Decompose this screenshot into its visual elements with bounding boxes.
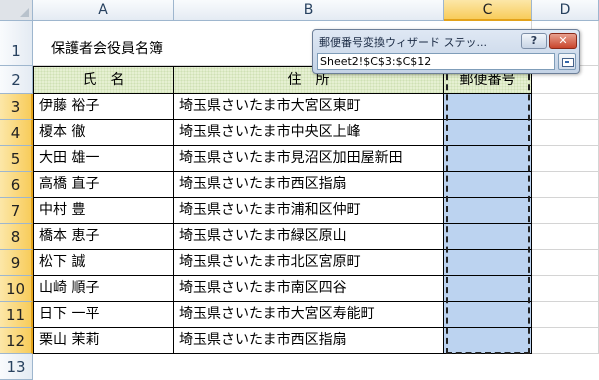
cell-address[interactable]: 埼玉県さいたま市浦和区仲町 <box>174 198 444 224</box>
column-header-d[interactable]: D <box>532 0 599 21</box>
cell-postal[interactable] <box>444 94 532 120</box>
column-header-c[interactable]: C <box>444 0 532 21</box>
cell-address[interactable]: 埼玉県さいたま市南区四谷 <box>174 276 444 302</box>
cell-name[interactable]: 栗山 茉莉 <box>33 328 174 354</box>
row-header-1[interactable]: 1 <box>0 21 33 66</box>
close-button[interactable]: ✕ <box>549 33 577 49</box>
dialog-title: 郵便番号変換ウィザード ステッ... <box>319 36 487 49</box>
cell-address[interactable]: 埼玉県さいたま市緑区原山 <box>174 224 444 250</box>
expand-dialog-button[interactable] <box>558 53 576 70</box>
cell-address[interactable]: 埼玉県さいたま市中央区上峰 <box>174 120 444 146</box>
cell-name[interactable]: 橋本 恵子 <box>33 224 174 250</box>
restore-dialog-icon <box>562 58 574 67</box>
row-header-3[interactable]: 3 <box>0 94 33 120</box>
cell-address[interactable]: 埼玉県さいたま市西区指扇 <box>174 328 444 354</box>
column-header-a[interactable]: A <box>33 0 174 21</box>
cell-postal[interactable] <box>444 276 532 302</box>
cell-name[interactable]: 高橋 直子 <box>33 172 174 198</box>
row-header-8[interactable]: 8 <box>0 224 33 250</box>
row-header-4[interactable]: 4 <box>0 120 33 146</box>
row-header-10[interactable]: 10 <box>0 276 33 302</box>
header-name-cell[interactable]: 氏 名 <box>33 66 174 94</box>
range-input[interactable]: Sheet2!$C$3:$C$12 <box>317 53 555 70</box>
cell-name[interactable]: 山崎 順子 <box>33 276 174 302</box>
cell-postal[interactable] <box>444 172 532 198</box>
cell-address[interactable]: 埼玉県さいたま市見沼区加田屋新田 <box>174 146 444 172</box>
row-header-5[interactable]: 5 <box>0 146 33 172</box>
cell-name[interactable]: 榎本 徹 <box>33 120 174 146</box>
cell-postal[interactable] <box>444 198 532 224</box>
cell-name[interactable]: 伊藤 裕子 <box>33 94 174 120</box>
column-header-b[interactable]: B <box>174 0 444 21</box>
cell-address[interactable]: 埼玉県さいたま市西区指扇 <box>174 172 444 198</box>
spreadsheet-grid[interactable]: A B C D 1 2 3 4 5 6 7 8 9 10 11 12 13 保護… <box>0 0 599 380</box>
help-button[interactable]: ? <box>521 33 547 49</box>
cell-postal[interactable] <box>444 146 532 172</box>
row-header-6[interactable]: 6 <box>0 172 33 198</box>
row-header-7[interactable]: 7 <box>0 198 33 224</box>
cell-name[interactable]: 日下 一平 <box>33 302 174 328</box>
cell-postal[interactable] <box>444 224 532 250</box>
cell-address[interactable]: 埼玉県さいたま市大宮区東町 <box>174 94 444 120</box>
row-header-9[interactable]: 9 <box>0 250 33 276</box>
row-header-2[interactable]: 2 <box>0 66 33 94</box>
cell-name[interactable]: 中村 豊 <box>33 198 174 224</box>
row-header-12[interactable]: 12 <box>0 328 33 354</box>
cell-name[interactable]: 松下 誠 <box>33 250 174 276</box>
postal-wizard-dialog[interactable]: 郵便番号変換ウィザード ステッ... ? ✕ Sheet2!$C$3:$C$12 <box>312 29 580 74</box>
select-all-corner[interactable] <box>0 0 33 21</box>
row-header-11[interactable]: 11 <box>0 302 33 328</box>
cell-name[interactable]: 大田 雄一 <box>33 146 174 172</box>
cell-postal[interactable] <box>444 328 532 354</box>
cell-postal[interactable] <box>444 302 532 328</box>
cell-postal[interactable] <box>444 250 532 276</box>
cell-postal[interactable] <box>444 120 532 146</box>
column-d-empty-cells[interactable] <box>532 94 599 354</box>
cell-address[interactable]: 埼玉県さいたま市北区宮原町 <box>174 250 444 276</box>
row-header-13[interactable]: 13 <box>0 354 33 380</box>
cell-address[interactable]: 埼玉県さいたま市大宮区寿能町 <box>174 302 444 328</box>
